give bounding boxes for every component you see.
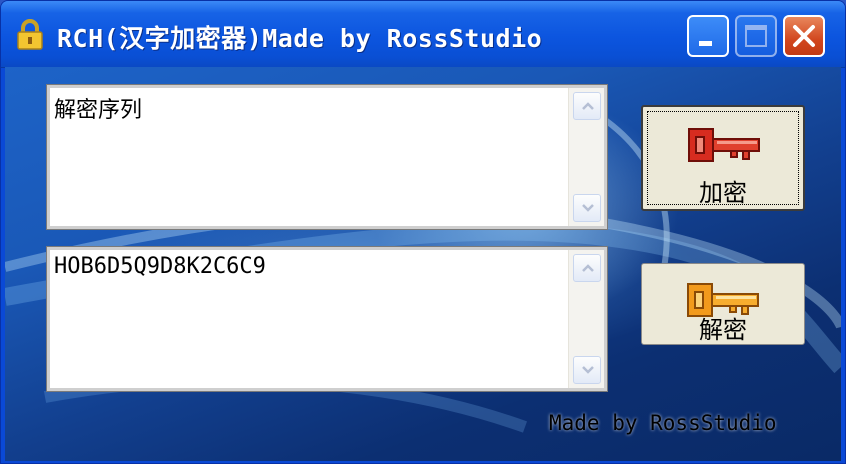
maximize-icon (745, 25, 767, 47)
chevron-down-icon (582, 204, 594, 212)
input-scrollbar[interactable] (568, 88, 604, 226)
minimize-icon (699, 41, 712, 46)
maximize-button (735, 15, 777, 57)
input-scroll-down-button[interactable] (573, 194, 601, 222)
client-area: 解密序列 HOB6D5Q9D8K2C6C9 加密 解密 Made by Ross… (5, 67, 841, 461)
output-scroll-down-button[interactable] (573, 356, 601, 384)
red-key-icon (688, 128, 760, 162)
output-scrollbar[interactable] (568, 250, 604, 388)
window-title: RCH(汉字加密器)Made by RossStudio (57, 24, 543, 53)
output-scroll-up-button[interactable] (573, 254, 601, 282)
chevron-up-icon (582, 102, 594, 110)
input-textarea[interactable]: 解密序列 (46, 84, 608, 230)
encrypt-label: 加密 (699, 179, 747, 207)
minimize-button[interactable] (687, 15, 729, 57)
output-textarea[interactable]: HOB6D5Q9D8K2C6C9 (46, 246, 608, 392)
lock-icon (17, 19, 43, 50)
app-window: RCH(汉字加密器)Made by RossStudio 解密序列 HOB6D5… (0, 0, 846, 464)
chevron-up-icon (582, 264, 594, 272)
input-text: 解密序列 (54, 98, 143, 123)
output-text: HOB6D5Q9D8K2C6C9 (54, 254, 266, 279)
footer-credit: Made by RossStudio (549, 411, 777, 435)
decrypt-button[interactable]: 解密 (641, 263, 805, 345)
input-scroll-up-button[interactable] (573, 92, 601, 120)
close-button[interactable] (783, 15, 825, 57)
title-bar[interactable]: RCH(汉字加密器)Made by RossStudio (1, 1, 845, 68)
close-icon (793, 25, 815, 47)
chevron-down-icon (582, 366, 594, 374)
decrypt-label: 解密 (699, 316, 747, 344)
encrypt-button[interactable]: 加密 (641, 105, 805, 211)
